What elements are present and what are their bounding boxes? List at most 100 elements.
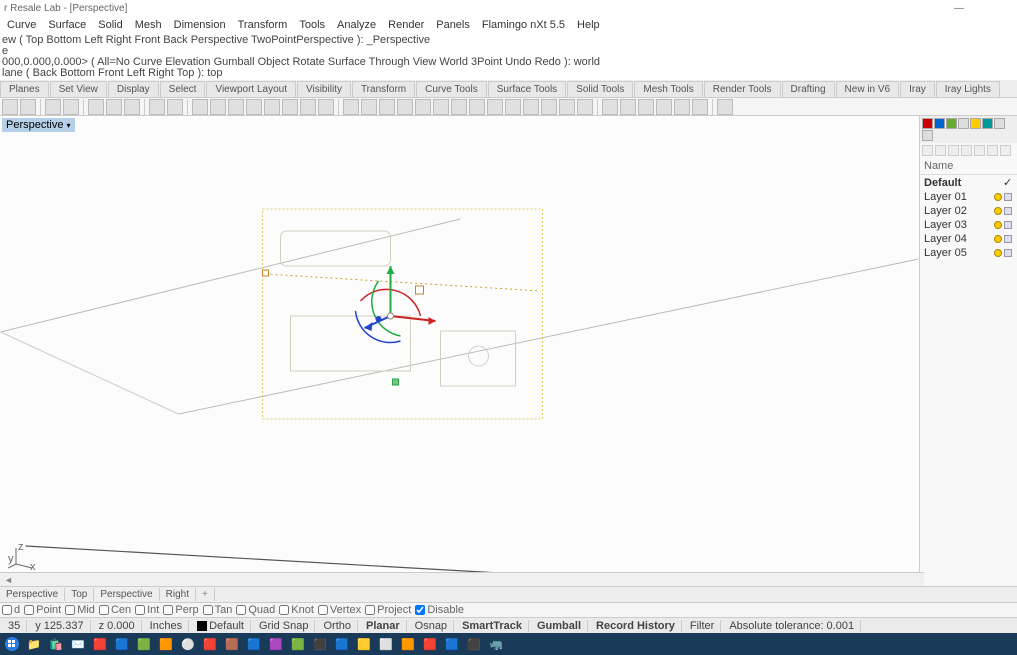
menu-flamingo[interactable]: Flamingo nXt 5.5: [477, 19, 570, 31]
osnap-quad-checkbox[interactable]: [236, 605, 246, 615]
star-icon[interactable]: [602, 99, 618, 115]
status-tolerance[interactable]: Absolute tolerance: 0.001: [723, 620, 861, 632]
rotate-icon[interactable]: [210, 99, 226, 115]
status-osnap[interactable]: Osnap: [409, 620, 454, 632]
menu-curve[interactable]: Curve: [2, 19, 41, 31]
menu-dimension[interactable]: Dimension: [169, 19, 231, 31]
taskbar-app-icon[interactable]: 🟦: [244, 635, 264, 653]
taskbar-app-icon[interactable]: ⬛: [464, 635, 484, 653]
taskbar-rhino-icon[interactable]: 🦏: [486, 635, 506, 653]
osnap-mid-checkbox[interactable]: [65, 605, 75, 615]
osnap-tan[interactable]: Tan: [203, 604, 233, 616]
sphere3-icon[interactable]: [559, 99, 575, 115]
status-planar[interactable]: Planar: [360, 620, 407, 632]
taskbar-app-icon[interactable]: 🟧: [156, 635, 176, 653]
osnap-disable-checkbox[interactable]: [415, 605, 425, 615]
osnap-project-checkbox[interactable]: [365, 605, 375, 615]
taskbar-explorer-icon[interactable]: 📁: [24, 635, 44, 653]
menu-surface[interactable]: Surface: [43, 19, 91, 31]
osnap-quad[interactable]: Quad: [236, 604, 275, 616]
detail-icon[interactable]: [620, 99, 636, 115]
horizontal-scrollbar[interactable]: ◄: [0, 572, 924, 586]
render-icon[interactable]: [343, 99, 359, 115]
viewport-tab-perspective2[interactable]: Perspective: [94, 588, 159, 601]
viewport-tab-right[interactable]: Right: [160, 588, 196, 601]
xray-icon[interactable]: [397, 99, 413, 115]
viewport-perspective[interactable]: Perspective ▾: [0, 116, 919, 586]
osnap-perp[interactable]: Perp: [163, 604, 198, 616]
new-icon[interactable]: [2, 99, 18, 115]
raytrace-icon[interactable]: [487, 99, 503, 115]
tab-render-tools[interactable]: Render Tools: [704, 81, 781, 97]
osnap-int[interactable]: Int: [135, 604, 159, 616]
taskbar-app-icon[interactable]: 🟥: [90, 635, 110, 653]
zoom-selected-icon[interactable]: [282, 99, 298, 115]
osnap-vertex[interactable]: Vertex: [318, 604, 361, 616]
layer-visible-icon[interactable]: [994, 249, 1002, 257]
menu-render[interactable]: Render: [383, 19, 429, 31]
layer-visible-icon[interactable]: [994, 207, 1002, 215]
status-recordhistory[interactable]: Record History: [590, 620, 682, 632]
tab-iray-lights[interactable]: Iray Lights: [936, 81, 1000, 97]
taskbar-app-icon[interactable]: 🟥: [420, 635, 440, 653]
tab-mesh-tools[interactable]: Mesh Tools: [634, 81, 702, 97]
status-smarttrack[interactable]: SmartTrack: [456, 620, 529, 632]
taskbar-app-icon[interactable]: 🟧: [398, 635, 418, 653]
layer-visible-icon[interactable]: [994, 235, 1002, 243]
grid-icon[interactable]: [300, 99, 316, 115]
layer-lock-icon[interactable]: [1004, 249, 1012, 257]
osnap-disable[interactable]: Disable: [415, 604, 464, 616]
viewport-canvas[interactable]: [0, 116, 919, 586]
maximize-button[interactable]: [971, 2, 991, 14]
menu-mesh[interactable]: Mesh: [130, 19, 167, 31]
taskbar-app-icon[interactable]: 🟩: [288, 635, 308, 653]
taskbar-store-icon[interactable]: 🛍️: [46, 635, 66, 653]
viewport-label[interactable]: Perspective ▾: [2, 118, 75, 132]
status-ortho[interactable]: Ortho: [317, 620, 358, 632]
light-icon[interactable]: [656, 99, 672, 115]
tab-planes[interactable]: Planes: [0, 81, 49, 97]
osnap-point[interactable]: Point: [24, 604, 61, 616]
scale-icon[interactable]: [228, 99, 244, 115]
layer-lock-icon[interactable]: [1004, 221, 1012, 229]
sun-icon[interactable]: [505, 99, 521, 115]
layer-row[interactable]: Layer 04: [920, 232, 1017, 246]
layout-icon[interactable]: [638, 99, 654, 115]
status-gridsnap[interactable]: Grid Snap: [253, 620, 316, 632]
taskbar-app-icon[interactable]: ⚪: [178, 635, 198, 653]
status-filter[interactable]: Filter: [684, 620, 721, 632]
layer-visible-icon[interactable]: [994, 221, 1002, 229]
shade-icon[interactable]: [361, 99, 377, 115]
menu-transform[interactable]: Transform: [233, 19, 293, 31]
save-icon[interactable]: [45, 99, 61, 115]
sphere4-icon[interactable]: [577, 99, 593, 115]
taskbar-app-icon[interactable]: 🟦: [112, 635, 132, 653]
sphere1-icon[interactable]: [523, 99, 539, 115]
menu-panels[interactable]: Panels: [431, 19, 475, 31]
tools-icon[interactable]: [1000, 145, 1011, 156]
start-button[interactable]: [2, 635, 22, 653]
tab-iray[interactable]: Iray: [900, 81, 935, 97]
layer-row[interactable]: Layer 03: [920, 218, 1017, 232]
layer-lock-icon[interactable]: [1004, 207, 1012, 215]
taskbar-app-icon[interactable]: 🟥: [200, 635, 220, 653]
menu-solid[interactable]: Solid: [93, 19, 127, 31]
taskbar-app-icon[interactable]: 🟦: [332, 635, 352, 653]
taskbar-app-icon[interactable]: 🟩: [134, 635, 154, 653]
panel-tab-properties-icon[interactable]: [922, 118, 933, 129]
osnap-project[interactable]: Project: [365, 604, 411, 616]
taskbar-mail-icon[interactable]: ✉️: [68, 635, 88, 653]
osnap-knot-checkbox[interactable]: [279, 605, 289, 615]
layer-lock-icon[interactable]: [1004, 193, 1012, 201]
technical-icon[interactable]: [415, 99, 431, 115]
scroll-left-icon[interactable]: ◄: [0, 575, 17, 585]
undo-icon[interactable]: [149, 99, 165, 115]
menu-tools[interactable]: Tools: [294, 19, 330, 31]
viewport-dropdown-icon[interactable]: ▾: [66, 121, 70, 130]
tab-setview[interactable]: Set View: [50, 81, 107, 97]
osnap-knot[interactable]: Knot: [279, 604, 314, 616]
delete-layer-icon[interactable]: [948, 145, 959, 156]
osnap-int-checkbox[interactable]: [135, 605, 145, 615]
open-icon[interactable]: [20, 99, 36, 115]
move-down-icon[interactable]: [974, 145, 985, 156]
